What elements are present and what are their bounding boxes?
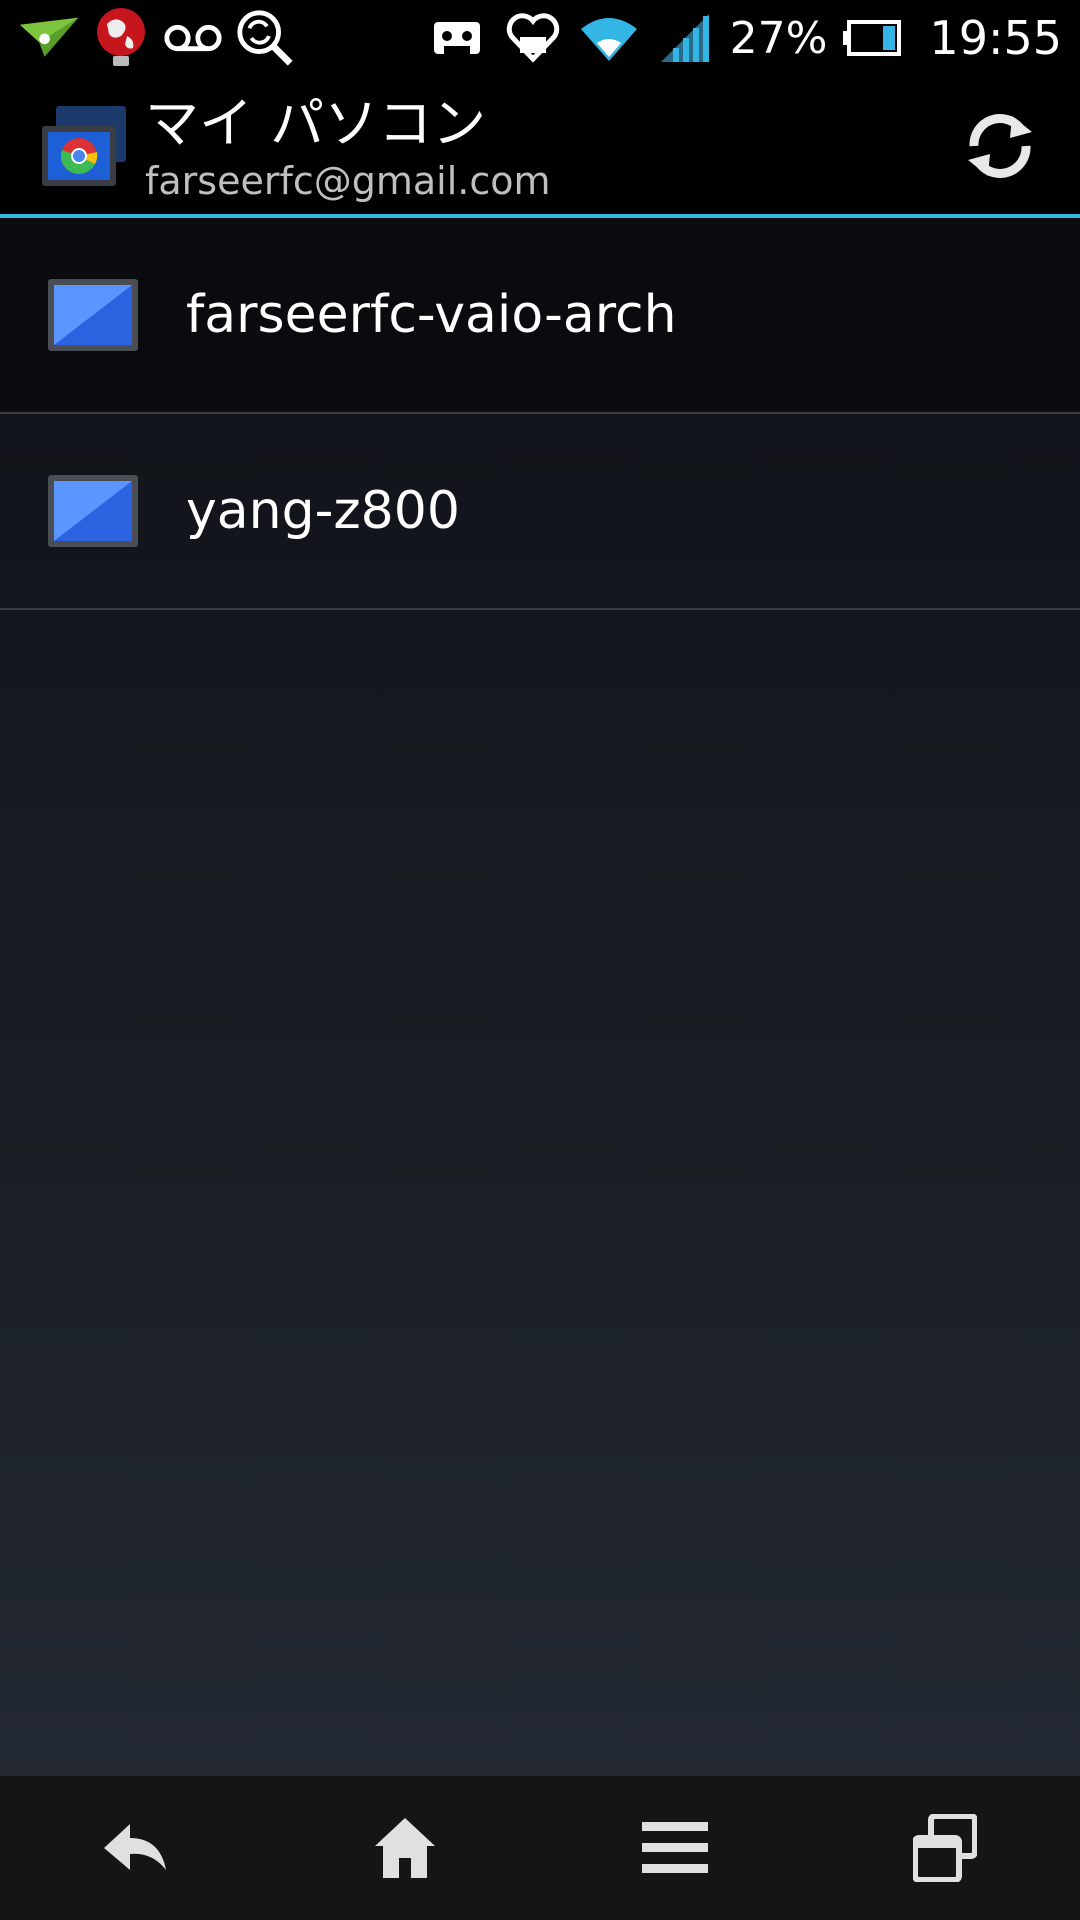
recent-apps-icon[interactable] — [895, 1798, 995, 1898]
globe-bulb-icon — [90, 7, 152, 69]
sync-search-icon — [234, 7, 296, 69]
chrome-remote-desktop-icon[interactable] — [40, 106, 130, 196]
cassette-icon — [426, 7, 488, 69]
host-row[interactable]: farseerfc-vaio-arch — [0, 218, 1080, 414]
battery-percent: 27% — [729, 12, 828, 64]
back-icon[interactable] — [85, 1798, 185, 1898]
host-list: farseerfc-vaio-arch yang-z800 — [0, 218, 1080, 610]
home-icon[interactable] — [355, 1798, 455, 1898]
computer-icon — [48, 279, 138, 351]
action-bar: マイ パソコン farseerfc@gmail.com — [0, 76, 1080, 218]
host-name: yang-z800 — [186, 481, 460, 541]
refresh-icon[interactable] — [960, 106, 1040, 186]
status-bar: 27% 19:55 — [0, 0, 1080, 76]
health-icon — [502, 7, 564, 69]
host-row[interactable]: yang-z800 — [0, 414, 1080, 610]
account-email: farseerfc@gmail.com — [145, 159, 551, 203]
host-name: farseerfc-vaio-arch — [186, 285, 677, 345]
clock: 19:55 — [929, 11, 1062, 65]
navigation-bar — [0, 1776, 1080, 1920]
signal-icon — [654, 7, 716, 69]
airdroid-icon — [18, 7, 80, 69]
voicemail-icon — [162, 7, 224, 69]
battery-icon — [841, 7, 903, 69]
menu-icon[interactable] — [625, 1798, 725, 1898]
wifi-icon — [578, 7, 640, 69]
computer-icon — [48, 475, 138, 547]
page-title: マイ パソコン — [145, 92, 487, 155]
